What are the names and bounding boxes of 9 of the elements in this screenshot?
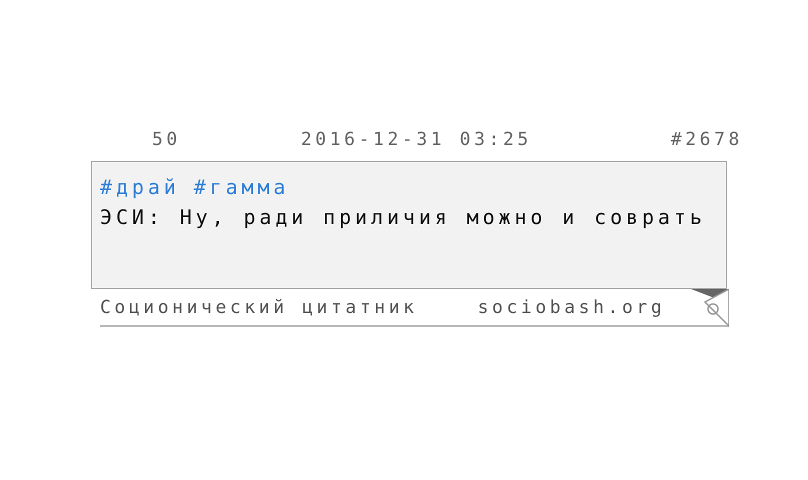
rating-count: 50 (152, 128, 181, 150)
site-name: Соционический цитатник (100, 296, 418, 318)
quote-date: 2016-12-31 03:25 (300, 128, 532, 150)
tag-link[interactable]: #драй (100, 174, 180, 200)
quote-text: ЭСИ: Ну, ради приличия можно и соврать (100, 204, 707, 230)
tag-link[interactable]: #гамма (194, 174, 290, 200)
site-domain: sociobash.org (478, 296, 666, 318)
quote-number: #2678 (670, 128, 743, 150)
corner-fold-icon (691, 289, 729, 327)
